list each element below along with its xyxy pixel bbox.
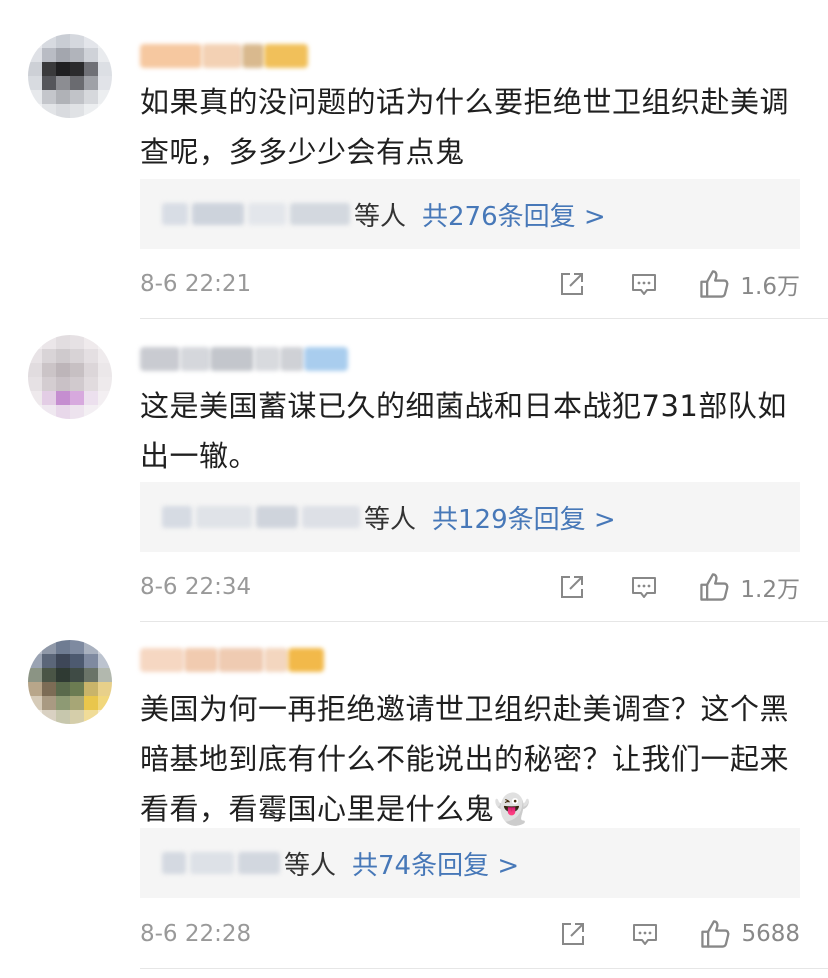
comment-meta: 8-6 22:34 1.2万 xyxy=(140,570,800,604)
reply-users-suffix: 等人 xyxy=(284,850,337,881)
thumbs-up-icon xyxy=(700,573,729,601)
username[interactable] xyxy=(140,345,348,373)
comment-text: 这是美国蓄谋已久的细菌战和日本战犯731部队如出一辙。 xyxy=(140,389,787,473)
like-button[interactable]: 1.6万 xyxy=(698,267,800,301)
view-replies-link[interactable]: 共74条回复 > xyxy=(352,845,519,882)
reply-users-suffix: 等人 xyxy=(354,201,407,232)
comment-text: 美国为何一再拒绝邀请世卫组织赴美调查？这个黑暗基地到底有什么不能说出的秘密？让我… xyxy=(140,692,790,826)
divider xyxy=(140,968,828,969)
timestamp: 8-6 22:34 xyxy=(140,574,252,600)
timestamp: 8-6 22:28 xyxy=(140,921,252,947)
avatar[interactable] xyxy=(28,335,112,419)
share-icon xyxy=(561,576,584,598)
comment-item: 美国为何一再拒绝邀请世卫组织赴美调查？这个黑暗基地到底有什么不能说出的秘密？让我… xyxy=(0,622,828,978)
share-icon xyxy=(562,923,585,945)
like-button[interactable]: 1.2万 xyxy=(698,570,800,604)
like-count: 5688 xyxy=(741,921,800,947)
comment-button[interactable] xyxy=(631,920,659,948)
comment-meta: 8-6 22:28 5688 xyxy=(140,919,800,949)
comment-icon xyxy=(633,924,658,945)
replies-preview[interactable]: 等人 共276条回复 > xyxy=(140,179,800,249)
username[interactable] xyxy=(140,646,324,674)
thumbs-up-icon xyxy=(700,270,729,298)
reply-usernames xyxy=(162,850,280,876)
comment-button[interactable] xyxy=(630,270,658,298)
reply-usernames xyxy=(162,504,360,530)
comment-item: 如果真的没问题的话为什么要拒绝世卫组织赴美调查呢，多多少少会有点鬼 等人 共27… xyxy=(0,0,828,318)
like-button[interactable]: 5688 xyxy=(699,918,800,950)
share-button[interactable] xyxy=(559,920,587,948)
like-count: 1.2万 xyxy=(740,577,800,603)
comment-item: 这是美国蓄谋已久的细菌战和日本战犯731部队如出一辙。 等人 共129条回复 >… xyxy=(0,319,828,621)
comment-meta: 8-6 22:21 1.6万 xyxy=(140,267,800,301)
replies-preview[interactable]: 等人 共74条回复 > xyxy=(140,828,800,898)
like-count: 1.6万 xyxy=(740,274,800,300)
avatar[interactable] xyxy=(28,640,112,724)
timestamp: 8-6 22:21 xyxy=(140,271,252,297)
comment-icon xyxy=(632,274,657,295)
share-icon xyxy=(561,273,584,295)
reply-users-suffix: 等人 xyxy=(364,504,417,535)
avatar[interactable] xyxy=(28,34,112,118)
comment-icon xyxy=(632,577,657,598)
reply-usernames xyxy=(162,201,350,227)
replies-preview[interactable]: 等人 共129条回复 > xyxy=(140,482,800,552)
view-replies-link[interactable]: 共276条回复 > xyxy=(422,196,606,233)
comment-text: 如果真的没问题的话为什么要拒绝世卫组织赴美调查呢，多多少少会有点鬼 xyxy=(140,85,790,169)
share-button[interactable] xyxy=(558,573,586,601)
view-replies-link[interactable]: 共129条回复 > xyxy=(432,499,616,536)
thumbs-up-icon xyxy=(701,920,730,948)
comment-button[interactable] xyxy=(630,573,658,601)
share-button[interactable] xyxy=(558,270,586,298)
username[interactable] xyxy=(140,42,308,70)
